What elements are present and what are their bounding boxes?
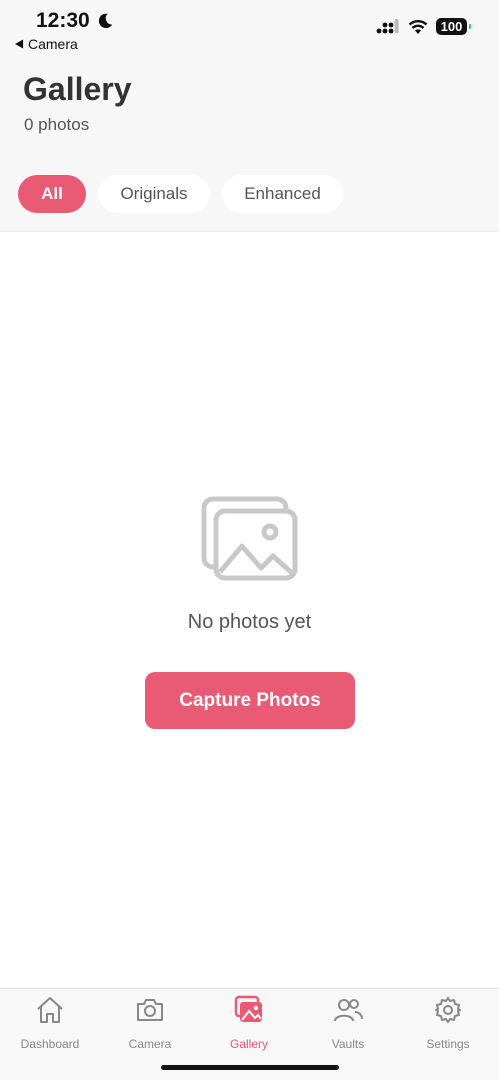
filter-chip-enhanced[interactable]: Enhanced	[222, 175, 343, 213]
back-label: Camera	[28, 36, 78, 52]
battery-icon: 100	[436, 18, 471, 35]
tab-gallery[interactable]: Gallery	[199, 995, 299, 1051]
tab-label: Gallery	[229, 1037, 268, 1051]
tab-dashboard[interactable]: Dashboard	[0, 995, 100, 1051]
back-triangle-icon	[15, 39, 24, 49]
tab-label: Vaults	[331, 1037, 365, 1051]
home-indicator	[161, 1065, 339, 1070]
empty-state-message: No photos yet	[187, 611, 312, 633]
gallery-icon	[234, 995, 262, 1022]
time-text: 12:30	[36, 9, 90, 32]
moon-icon	[98, 13, 112, 29]
tab-label: Dashboard	[20, 1037, 80, 1051]
filter-chip-label: Originals	[120, 184, 188, 203]
back-to-camera-link[interactable]: Camera	[15, 36, 78, 52]
tab-settings[interactable]: Settings	[398, 995, 498, 1051]
photo-count: 0 photos	[24, 115, 90, 134]
filter-chip-label: Enhanced	[244, 184, 321, 203]
filter-chip-all[interactable]: All	[18, 175, 86, 213]
tab-vaults[interactable]: Vaults	[298, 995, 398, 1051]
photos-icon	[201, 496, 298, 581]
camera-icon	[137, 999, 163, 1021]
wifi-icon	[408, 19, 428, 34]
battery-level: 100	[440, 19, 463, 34]
tab-label: Camera	[128, 1037, 172, 1051]
home-icon	[37, 997, 63, 1023]
page-title: Gallery	[23, 71, 132, 107]
tab-label: Settings	[426, 1037, 470, 1051]
capture-photos-label: Capture Photos	[179, 689, 321, 711]
gear-icon	[435, 997, 461, 1023]
status-time: 12:30	[36, 9, 114, 33]
signal-icon	[376, 18, 399, 33]
header-area: 12:30 Camera 100 Gallery 0 photos All Or…	[0, 0, 499, 232]
filter-chip-originals[interactable]: Originals	[98, 175, 210, 213]
status-icons: 100	[376, 18, 471, 35]
filter-chip-label: All	[41, 184, 63, 203]
capture-photos-button[interactable]: Capture Photos	[145, 672, 355, 729]
people-icon	[334, 999, 363, 1022]
tab-camera[interactable]: Camera	[100, 995, 200, 1051]
